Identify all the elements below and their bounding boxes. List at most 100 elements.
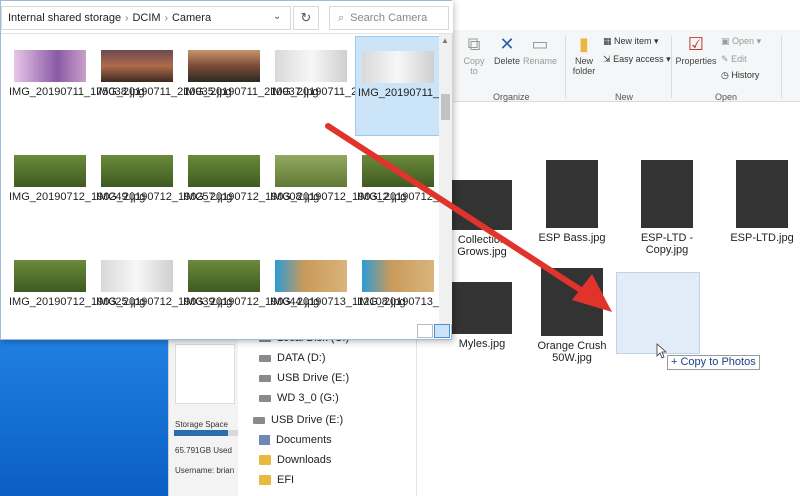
large-icons-view-button[interactable] bbox=[434, 324, 450, 338]
nav-item[interactable]: EFI bbox=[259, 474, 294, 486]
drive-icon bbox=[259, 374, 271, 382]
ribbon-toolbar: ⧉ Copy to ✕ Delete ▭ Rename Organize ▮ N… bbox=[453, 30, 800, 102]
file-tile[interactable]: ESP-LTD - Copy.jpg bbox=[622, 160, 712, 256]
file-tile[interactable]: IMG_20190711_210935.jpg bbox=[94, 36, 232, 136]
new-item-button[interactable]: ▦ New item ▾ bbox=[603, 36, 659, 47]
file-name: ESP-LTD - Copy.jpg bbox=[640, 232, 694, 256]
image-thumbnail bbox=[188, 155, 260, 187]
file-tile[interactable]: Orange Crush 50W.jpg bbox=[527, 268, 617, 364]
nav-item[interactable]: Downloads bbox=[259, 454, 331, 466]
breadcrumb-item[interactable]: Camera bbox=[172, 12, 211, 24]
history-button[interactable]: ◷ History bbox=[721, 70, 759, 81]
scrollbar-thumb[interactable] bbox=[441, 94, 450, 120]
rename-button[interactable]: ▭ Rename bbox=[523, 34, 557, 66]
rename-label: Rename bbox=[523, 56, 558, 66]
search-icon: ⌕ bbox=[338, 11, 345, 24]
file-name: IMG_20190711_210947.jpg bbox=[358, 87, 439, 99]
file-tile[interactable]: IMG_20190712_190249.jpg bbox=[7, 141, 146, 241]
search-input[interactable]: ⌕ Search Camera bbox=[329, 6, 449, 30]
file-tile[interactable]: IMG_20190711_210937.jpg bbox=[181, 36, 319, 136]
ribbon-separator bbox=[781, 36, 782, 98]
file-tile[interactable]: IMG_20190712_190308.jpg bbox=[181, 141, 320, 241]
file-name: IMG_20190711_210937.jpg bbox=[183, 86, 319, 98]
file-name: ESP Bass.jpg bbox=[538, 232, 606, 244]
copy-to-button[interactable]: ⧉ Copy to bbox=[459, 34, 489, 76]
new-folder-icon: ▮ bbox=[579, 34, 589, 54]
properties-check-icon: ☑ bbox=[687, 34, 705, 54]
edit-button[interactable]: ✎ Edit bbox=[721, 54, 747, 65]
file-tile[interactable]: IMG_20190712_190324.jpg bbox=[355, 141, 439, 241]
image-thumbnail bbox=[541, 268, 603, 336]
vertical-scrollbar[interactable]: ▲ bbox=[439, 34, 452, 324]
new-folder-button[interactable]: ▮ New folder bbox=[569, 34, 599, 76]
new-folder-label: New folder bbox=[572, 56, 596, 76]
search-placeholder: Search Camera bbox=[350, 12, 428, 24]
storage-panel: Storage Space 65.791GB Used Username: br… bbox=[168, 340, 238, 496]
drive-icon bbox=[253, 416, 265, 424]
easy-access-icon: ⇲ bbox=[603, 54, 611, 64]
scroll-up-icon[interactable]: ▲ bbox=[441, 36, 449, 45]
details-view-button[interactable] bbox=[417, 324, 433, 338]
chevron-down-icon[interactable]: ⌄ bbox=[273, 11, 281, 22]
file-tile[interactable]: IMG_20190712_190257.jpg bbox=[94, 141, 232, 241]
file-tile[interactable]: IMG_20190712_190339.jpg bbox=[94, 246, 232, 339]
storage-used: 65.791GB Used bbox=[175, 446, 232, 455]
storage-username: Username: brian bbox=[175, 466, 235, 475]
nav-item-label: USB Drive (E:) bbox=[271, 414, 344, 426]
ribbon-separator bbox=[565, 36, 566, 98]
file-name: IMG_20190712_190249.jpg bbox=[9, 191, 146, 203]
address-bar[interactable]: Internal shared storage › DCIM › Camera bbox=[1, 6, 291, 30]
nav-item-label: Documents bbox=[276, 434, 332, 446]
camera-file-grid: IMG_20190711_175038.jpg IMG_20190711_2109… bbox=[1, 34, 439, 339]
history-icon: ◷ bbox=[721, 70, 729, 80]
image-thumbnail bbox=[452, 282, 512, 334]
refresh-button[interactable]: ↻ bbox=[293, 6, 319, 30]
nav-item[interactable]: USB Drive (E:) bbox=[259, 372, 349, 384]
file-name: IMG_20190712_190308.jpg bbox=[183, 191, 320, 203]
image-thumbnail bbox=[101, 155, 173, 187]
breadcrumb-item[interactable]: DCIM bbox=[132, 12, 160, 24]
nav-item-label: EFI bbox=[277, 474, 295, 486]
file-name: IMG_20190712_190344.jpg bbox=[183, 296, 320, 308]
open-button[interactable]: ▣ Open ▾ bbox=[721, 36, 761, 47]
file-tile[interactable]: ESP-LTD.jpg bbox=[717, 160, 800, 244]
storage-title: Storage Space bbox=[175, 420, 228, 429]
easy-access-label: Easy access bbox=[613, 54, 664, 64]
breadcrumb-separator-icon: › bbox=[164, 12, 168, 24]
edit-label: Edit bbox=[731, 54, 747, 64]
file-tile[interactable]: IMG_20190712_190325.jpg bbox=[7, 246, 145, 339]
nav-item[interactable]: WD 3_0 (G:) bbox=[259, 392, 339, 404]
image-thumbnail bbox=[641, 160, 693, 228]
file-name: IMG_20190713_112108.jpg bbox=[270, 296, 406, 308]
easy-access-button[interactable]: ⇲ Easy access ▾ bbox=[603, 54, 671, 65]
breadcrumb-item[interactable]: Internal shared storage bbox=[8, 12, 121, 24]
storage-usage-bar bbox=[174, 430, 238, 436]
file-tile[interactable]: IMG_20190712_190344.jpg bbox=[181, 246, 320, 339]
file-tile[interactable]: IMG_20190713_112108.jpg bbox=[268, 246, 406, 339]
nav-item-label: WD 3_0 (G:) bbox=[277, 392, 339, 404]
image-thumbnail bbox=[14, 50, 86, 82]
navigation-pane: Local Disk (C:)DATA (D:)USB Drive (E:)WD… bbox=[237, 330, 417, 496]
file-tile[interactable]: IMG_20190711_210942.jpg bbox=[268, 36, 406, 136]
properties-button[interactable]: ☑ Properties bbox=[675, 34, 717, 66]
file-tile[interactable]: IMG_20190711_210947.jpg bbox=[355, 36, 439, 136]
nav-item[interactable]: Documents bbox=[259, 434, 332, 446]
image-thumbnail bbox=[101, 50, 173, 82]
new-item-label: New item bbox=[614, 36, 652, 46]
image-thumbnail bbox=[362, 260, 434, 292]
image-thumbnail bbox=[188, 260, 260, 292]
nav-item-label: DATA (D:) bbox=[277, 352, 326, 364]
image-thumbnail bbox=[275, 50, 347, 82]
nav-item[interactable]: DATA (D:) bbox=[259, 352, 325, 364]
nav-item[interactable]: USB Drive (E:) bbox=[253, 414, 343, 426]
history-label: History bbox=[731, 70, 760, 80]
refresh-icon: ↻ bbox=[300, 10, 312, 25]
copy-to-icon: ⧉ bbox=[467, 34, 481, 54]
delete-x-icon: ✕ bbox=[499, 34, 515, 54]
file-tile[interactable]: IMG_20190712_190312.jpg bbox=[268, 141, 406, 241]
file-name: IMG_20190713_112110.jpg bbox=[357, 296, 439, 308]
file-tile[interactable]: IMG_20190711_175038.jpg bbox=[7, 36, 145, 136]
delete-button[interactable]: ✕ Delete bbox=[493, 34, 521, 66]
rename-icon: ▭ bbox=[531, 34, 549, 54]
file-tile[interactable]: ESP Bass.jpg bbox=[527, 160, 617, 244]
